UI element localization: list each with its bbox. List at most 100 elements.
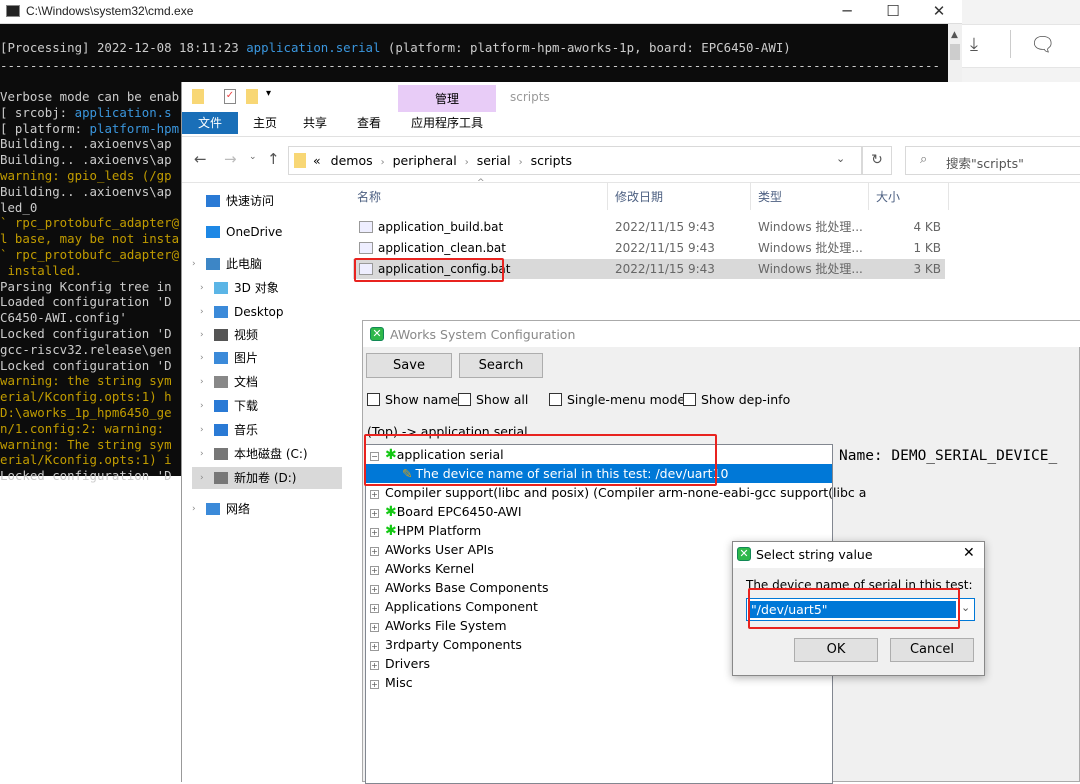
address-bar[interactable]: « demos › peripheral › serial › scripts ⌄ — [288, 146, 862, 175]
expand-icon[interactable]: + — [370, 604, 379, 613]
nav-item[interactable]: 快速访问 — [186, 190, 336, 212]
download-icon[interactable]: ⤓ — [970, 34, 978, 55]
column-name[interactable]: 名称 — [357, 188, 381, 205]
expand-icon[interactable]: + — [370, 490, 379, 499]
search-input[interactable]: ⌕ 搜索"scripts" — [905, 146, 1080, 175]
tree-item[interactable]: + AWorks File System — [370, 616, 507, 635]
breadcrumb-item[interactable]: « — [313, 153, 321, 168]
nav-item[interactable]: › 视频 — [192, 324, 342, 346]
column-type[interactable]: 类型 — [758, 188, 782, 205]
save-button[interactable]: Save — [366, 353, 452, 378]
nav-item[interactable]: › 3D 对象 — [192, 277, 342, 299]
close-button[interactable]: ✕ — [916, 0, 962, 24]
tree-item[interactable]: + AWorks Base Components — [370, 578, 549, 597]
maximize-button[interactable]: ☐ — [870, 0, 916, 24]
expand-icon[interactable]: › — [192, 498, 196, 520]
expand-icon[interactable]: › — [200, 371, 204, 393]
column-size[interactable]: 大小 — [876, 188, 900, 205]
expand-icon[interactable]: + — [370, 623, 379, 632]
cmd-line: led_0 — [0, 200, 179, 216]
symbol-star-icon: ✱ — [385, 523, 397, 539]
expand-icon[interactable]: + — [370, 585, 379, 594]
expand-icon[interactable]: › — [200, 347, 204, 369]
properties-icon[interactable]: ✓ — [224, 89, 236, 104]
nav-item[interactable]: › 此电脑 — [186, 253, 336, 275]
file-row[interactable]: application_build.bat 2022/11/15 9:43 Wind… — [353, 217, 945, 237]
nav-item[interactable]: › 新加卷 (D:) — [192, 467, 342, 489]
tab-view[interactable]: 查看 — [344, 112, 394, 134]
tree-item[interactable]: + ✱Board EPC6450-AWI — [370, 502, 522, 521]
nav-item[interactable]: › 下载 — [192, 395, 342, 417]
expand-icon[interactable]: › — [200, 324, 204, 346]
expand-icon[interactable]: + — [370, 661, 379, 670]
cmd-text-segment: Loaded configuration 'D — [0, 294, 172, 310]
forward-button[interactable]: → — [224, 150, 237, 168]
single-menu-checkbox[interactable]: Single-menu mode — [549, 392, 685, 407]
tree-item[interactable]: +3rdparty Components — [370, 635, 522, 654]
nav-item[interactable]: › 本地磁盘 (C:) — [192, 443, 342, 465]
dialog-close-button[interactable]: ✕ — [963, 545, 975, 561]
breadcrumb-item[interactable]: serial — [477, 153, 511, 168]
tab-home[interactable]: 主页 — [242, 112, 288, 134]
expand-icon[interactable]: › — [200, 443, 204, 465]
expand-icon[interactable]: + — [370, 547, 379, 556]
app-icon: ✕ — [370, 327, 384, 341]
new-folder-icon[interactable] — [246, 89, 258, 104]
file-date: 2022/11/15 9:43 — [615, 220, 715, 234]
expand-icon[interactable]: › — [200, 419, 204, 441]
chevron-down-icon[interactable]: ⌄ — [961, 601, 970, 614]
ok-button[interactable]: OK — [794, 638, 878, 662]
tree-item[interactable]: + ✱HPM Platform — [370, 521, 481, 540]
tree-item[interactable]: + Applications Component — [370, 597, 538, 616]
nav-item[interactable]: › 图片 — [192, 347, 342, 369]
tree-item[interactable]: + Drivers — [370, 654, 430, 673]
recent-dropdown[interactable]: ⌄ — [249, 152, 257, 162]
tree-item[interactable]: + AWorks Kernel — [370, 559, 474, 578]
expand-icon[interactable]: › — [200, 277, 204, 299]
expand-icon[interactable]: + — [370, 680, 379, 689]
column-date[interactable]: 修改日期 — [615, 188, 663, 205]
cmd-text-segment: application.serial — [246, 40, 381, 55]
expand-icon[interactable]: › — [200, 467, 204, 489]
expand-icon[interactable]: + — [370, 528, 379, 537]
expand-icon[interactable]: › — [192, 253, 196, 275]
search-button[interactable]: Search — [459, 353, 543, 378]
expand-icon[interactable]: › — [200, 395, 204, 417]
tab-file[interactable]: 文件 — [182, 112, 238, 134]
expand-icon[interactable]: + — [370, 642, 379, 651]
bat-file-icon — [359, 221, 373, 233]
cancel-button[interactable]: Cancel — [890, 638, 974, 662]
up-button[interactable]: ↑ — [267, 150, 280, 168]
cmd-text-segment: erial/Kconfig.opts:1) i — [0, 452, 172, 468]
back-button[interactable]: ← — [194, 150, 207, 168]
expand-icon[interactable]: › — [200, 301, 204, 323]
file-row[interactable]: application_clean.bat 2022/11/15 9:43 Wind… — [353, 238, 945, 258]
chevron-down-icon[interactable]: ⌄ — [836, 152, 845, 165]
cmd-text-segment: ` rpc_protobufc_adapter@ — [0, 215, 180, 231]
minimize-button[interactable]: ─ — [824, 0, 870, 24]
show-dep-info-checkbox[interactable]: Show dep-info — [683, 392, 790, 407]
nav-item[interactable]: › 文档 — [192, 371, 342, 393]
tree-item[interactable]: + Misc — [370, 673, 413, 692]
tree-item[interactable]: + AWorks User APIs — [370, 540, 494, 559]
refresh-button[interactable]: ↻ — [862, 146, 892, 175]
nav-item[interactable]: › 网络 — [186, 498, 336, 520]
customize-toolbar-icon[interactable]: ▾ — [266, 88, 271, 99]
breadcrumb-item[interactable]: peripheral — [393, 153, 457, 168]
nav-icon — [214, 282, 228, 294]
breadcrumb: « demos › peripheral › serial › scripts — [313, 153, 572, 168]
breadcrumb-item[interactable]: demos — [331, 153, 373, 168]
show-all-checkbox[interactable]: Show all — [458, 392, 528, 407]
tab-share[interactable]: 共享 — [292, 112, 338, 134]
show-name-checkbox[interactable]: Show name — [367, 392, 458, 407]
manage-context-tab[interactable]: 管理 — [398, 90, 496, 107]
nav-item[interactable]: › Desktop — [192, 301, 342, 323]
nav-item[interactable]: OneDrive — [186, 221, 336, 243]
nav-icon — [206, 258, 220, 270]
comment-icon[interactable]: 🗨 — [1030, 32, 1055, 56]
expand-icon[interactable]: + — [370, 509, 379, 518]
nav-item[interactable]: › 音乐 — [192, 419, 342, 441]
breadcrumb-item[interactable]: scripts — [531, 153, 572, 168]
expand-icon[interactable]: + — [370, 566, 379, 575]
tab-app-tools[interactable]: 应用程序工具 — [398, 112, 496, 134]
